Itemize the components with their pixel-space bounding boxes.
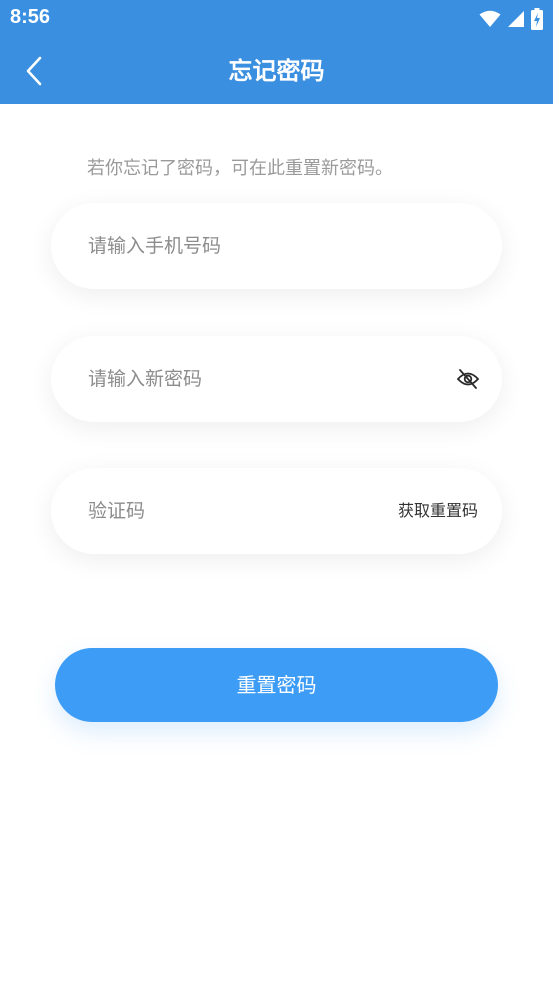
battery-charging-icon — [531, 8, 543, 30]
reset-password-button[interactable]: 重置密码 — [55, 648, 498, 722]
password-visibility-toggle[interactable] — [456, 368, 480, 390]
app-bar: 忘记密码 — [0, 38, 553, 104]
get-reset-code-button[interactable]: 获取重置码 — [398, 468, 478, 554]
status-bar: 8:56 — [0, 0, 553, 38]
reset-hint-text: 若你忘记了密码，可在此重置新密码。 — [87, 158, 393, 179]
verification-code-input[interactable]: 验证码 — [88, 468, 418, 554]
phone-field[interactable]: 请输入手机号码 — [51, 203, 502, 289]
status-time: 8:56 — [10, 6, 51, 28]
verification-code-field[interactable]: 验证码 获取重置码 — [51, 468, 502, 554]
phone-input[interactable]: 请输入手机号码 — [88, 203, 418, 289]
cell-signal-icon — [508, 11, 524, 27]
chevron-left-icon — [26, 56, 42, 86]
new-password-input[interactable]: 请输入新密码 — [88, 336, 418, 422]
password-field[interactable]: 请输入新密码 — [51, 336, 502, 422]
status-icons — [479, 8, 543, 30]
page-title: 忘记密码 — [228, 57, 325, 85]
back-button[interactable] — [14, 51, 54, 91]
wifi-icon — [479, 10, 501, 27]
eye-off-icon — [456, 369, 480, 389]
